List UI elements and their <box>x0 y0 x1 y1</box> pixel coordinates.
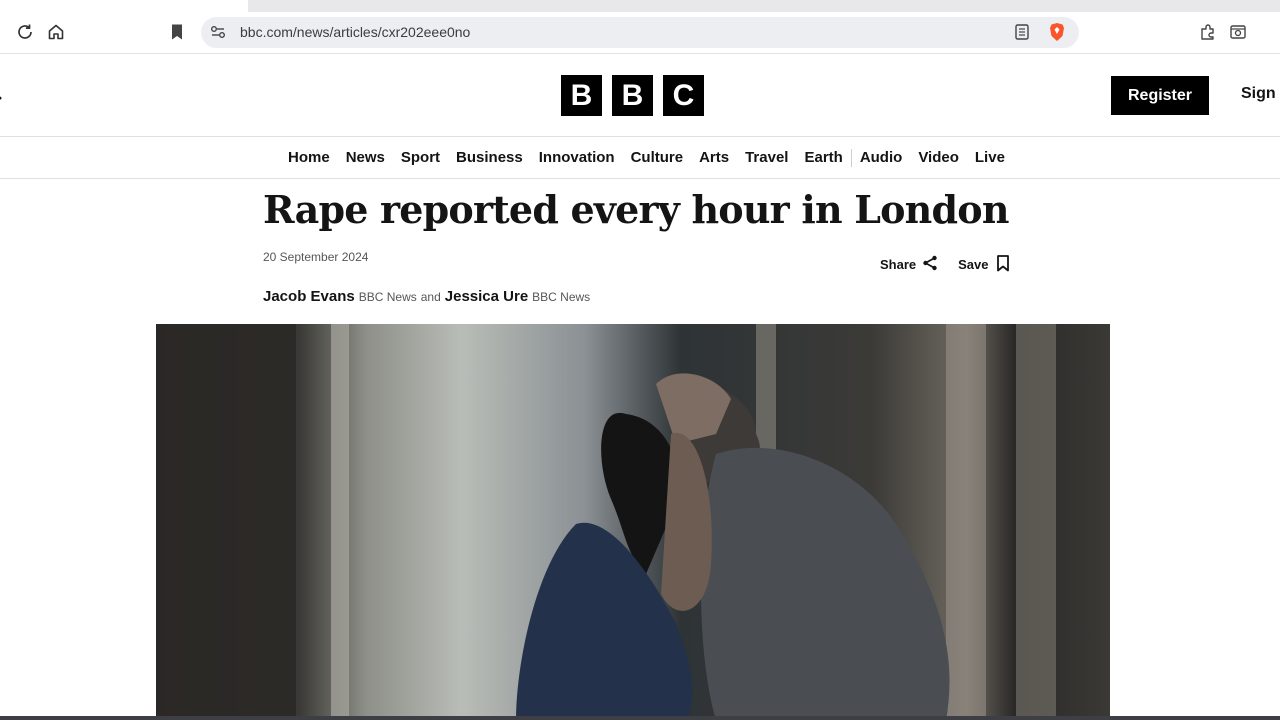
address-bar[interactable]: bbc.com/news/articles/cxr202eee0no <box>201 17 1079 48</box>
nav-item-arts[interactable]: Arts <box>691 149 737 167</box>
bookmark-outline-icon <box>995 254 1011 275</box>
register-button[interactable]: Register <box>1111 76 1209 115</box>
browser-tab-strip <box>0 0 1280 12</box>
url-text[interactable]: bbc.com/news/articles/cxr202eee0no <box>240 24 470 40</box>
article-actions: Share Save <box>880 254 1011 275</box>
author-affiliation: BBC News <box>532 290 591 304</box>
nav-item-culture[interactable]: Culture <box>623 149 692 167</box>
nav-item-news[interactable]: News <box>338 149 393 167</box>
taskbar-edge <box>0 716 1280 720</box>
bbc-logo[interactable]: B B C <box>561 75 704 116</box>
nav-item-travel[interactable]: Travel <box>737 149 796 167</box>
author-name[interactable]: Jessica Ure <box>445 288 528 305</box>
browser-toolbar: bbc.com/news/articles/cxr202eee0no <box>0 12 1280 54</box>
article-date: 20 September 2024 <box>263 250 369 264</box>
nav-item-video[interactable]: Video <box>910 149 967 167</box>
search-icon[interactable] <box>0 84 6 107</box>
reader-mode-icon[interactable] <box>1012 21 1032 48</box>
hero-photo <box>156 324 1110 720</box>
logo-letter: B <box>561 75 602 116</box>
nav-item-live[interactable]: Live <box>967 149 1013 167</box>
site-header: B B C Register Sign <box>0 54 1280 137</box>
logo-letter: B <box>612 75 653 116</box>
bookmark-icon[interactable] <box>165 20 189 44</box>
nav-item-innovation[interactable]: Innovation <box>531 149 623 167</box>
author-name[interactable]: Jacob Evans <box>263 288 355 305</box>
nav-list: Home News Sport Business Innovation Cult… <box>280 149 1013 167</box>
sign-in-link[interactable]: Sign <box>1241 85 1276 103</box>
active-tab-edge[interactable] <box>0 0 248 12</box>
share-label: Share <box>880 257 917 272</box>
nav-item-sport[interactable]: Sport <box>393 149 448 167</box>
site-info-icon[interactable] <box>208 21 228 48</box>
share-icon <box>922 255 938 274</box>
article-hero-image <box>156 324 1110 720</box>
nav-item-earth[interactable]: Earth <box>796 149 850 167</box>
brave-shield-icon[interactable] <box>1047 21 1067 48</box>
home-icon[interactable] <box>44 20 68 44</box>
nav-item-audio[interactable]: Audio <box>852 149 911 167</box>
nav-item-business[interactable]: Business <box>448 149 531 167</box>
article-headline: Rape reported every hour in London <box>263 187 1009 232</box>
logo-letter: C <box>663 75 704 116</box>
share-button[interactable]: Share <box>880 255 938 274</box>
reload-icon[interactable] <box>13 20 37 44</box>
author-affiliation: BBC News <box>358 290 417 304</box>
screenshot-icon[interactable] <box>1226 20 1250 44</box>
save-button[interactable]: Save <box>958 254 1010 275</box>
save-label: Save <box>958 257 989 272</box>
article-byline: Jacob Evans BBC News and Jessica Ure BBC… <box>263 288 590 305</box>
main-navigation: Home News Sport Business Innovation Cult… <box>0 137 1280 179</box>
extensions-icon[interactable] <box>1196 20 1220 44</box>
nav-item-home[interactable]: Home <box>280 149 338 167</box>
byline-conjunction: and <box>420 290 441 304</box>
